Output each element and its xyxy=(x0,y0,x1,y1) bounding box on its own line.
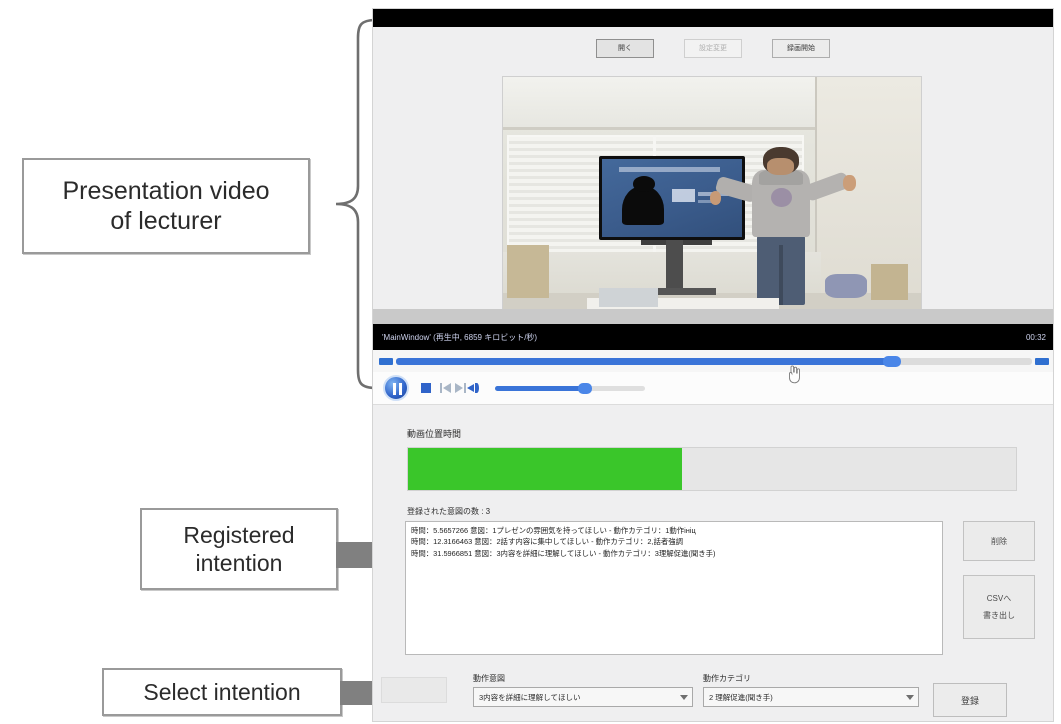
export-csv-label-line1: CSVへ xyxy=(986,594,1012,603)
application-window: 開く 設定変更 録画開始 'MainWindow' (再生中, 6859 キロビ… xyxy=(372,8,1054,722)
settings-button[interactable]: 設定変更 xyxy=(684,38,742,58)
intention-select-value: 3内容を詳細に理解してほしい xyxy=(479,692,581,702)
video-position-progress-fill xyxy=(408,448,682,490)
stop-icon[interactable] xyxy=(421,383,431,393)
scene-bag xyxy=(824,273,867,298)
seek-track[interactable] xyxy=(396,355,1032,367)
scene-lecturer-face xyxy=(767,157,795,176)
callout-select-intention-label: Select intention xyxy=(143,678,301,705)
scene-monitor-stand xyxy=(666,240,683,293)
scene-slide-title xyxy=(618,166,720,173)
pause-icon[interactable] xyxy=(383,375,409,401)
category-field-label: 動作カテゴリ xyxy=(703,674,751,683)
intention-entry-row: 動作意図 3内容を詳細に理解してほしい 動作カテゴリ 2 理解促進(聞き手) 登… xyxy=(373,671,1053,721)
registered-count-label: 登録された意図の数 : 3 xyxy=(407,507,491,516)
volume-slider[interactable] xyxy=(495,382,645,394)
callout-presentation-video-label: Presentation video of lecturer xyxy=(62,176,270,236)
video-seek-bar[interactable] xyxy=(373,350,1053,372)
list-item[interactable]: 時間：31.5966851 意図：3内容を詳細に理解してほしい - 動作カテゴリ… xyxy=(411,548,937,559)
video-position-label: 動画位置時間 xyxy=(407,429,462,439)
chevron-down-icon xyxy=(680,694,688,700)
intention-list[interactable]: 時間：5.5657266 意図：1プレゼンの雰囲気を持ってほしい - 動作カテゴ… xyxy=(405,521,943,655)
scene-box-right xyxy=(870,264,909,301)
seek-progress-fill xyxy=(396,357,893,365)
callout-select-intention: Select intention xyxy=(102,668,342,716)
volume-thumb[interactable] xyxy=(578,382,592,394)
video-scene xyxy=(503,77,921,317)
video-transport-controls xyxy=(373,372,1053,405)
category-select[interactable]: 2 理解促進(聞き手) xyxy=(703,687,919,707)
category-select-value: 2 理解促進(聞き手) xyxy=(709,692,773,702)
scene-lecturer xyxy=(709,146,856,305)
callout-registered-intention: Registered intention xyxy=(140,508,338,590)
seek-start-marker-icon xyxy=(379,357,393,365)
list-item[interactable]: 時間：12.3166463 意図：2話す内容に集中してほしい - 動作カテゴリ：… xyxy=(411,536,937,547)
delete-button[interactable]: 削除 xyxy=(963,521,1035,561)
callout-presentation-video: Presentation video of lecturer xyxy=(22,158,310,254)
video-status-bar: 'MainWindow' (再生中, 6859 キロビット/秒) 00:32 xyxy=(373,324,1053,350)
volume-icon[interactable] xyxy=(467,382,483,394)
video-elapsed-time: 00:32 xyxy=(1025,332,1046,342)
intention-select[interactable]: 3内容を詳細に理解してほしい xyxy=(473,687,693,707)
screenshot-root: Presentation video of lecturer Registere… xyxy=(0,0,1061,724)
list-item[interactable]: 時間：5.5657266 意図：1プレゼンの雰囲気を持ってほしい - 動作カテゴ… xyxy=(411,525,937,536)
scene-lecturer-leg-gap xyxy=(779,244,783,305)
window-titlebar xyxy=(373,9,1053,27)
scene-laptop xyxy=(599,288,658,308)
scene-display-monitor xyxy=(599,156,746,241)
video-stage xyxy=(373,69,1053,324)
scene-box-left xyxy=(507,245,549,298)
placeholder-box xyxy=(381,677,447,703)
scene-slide-box xyxy=(672,188,695,203)
video-frame[interactable] xyxy=(503,77,921,317)
register-button[interactable]: 登録 xyxy=(933,683,1007,717)
scene-display-screen xyxy=(602,159,743,238)
hand-cursor-icon xyxy=(789,365,800,384)
intention-field: 動作意図 3内容を詳細に理解してほしい xyxy=(473,673,693,707)
export-csv-label-line2: 書き出し xyxy=(983,611,1015,620)
seek-thumb[interactable] xyxy=(883,355,902,367)
app-toolbar: 開く 設定変更 録画開始 xyxy=(373,27,1053,69)
intention-panel: 動画位置時間 登録された意図の数 : 3 時間：5.5657266 意図：1プレ… xyxy=(373,405,1053,721)
category-field: 動作カテゴリ 2 理解促進(聞き手) xyxy=(703,673,919,707)
export-csv-button[interactable]: CSVへ 書き出し xyxy=(963,575,1035,639)
callout-registered-intention-label: Registered intention xyxy=(183,521,295,576)
video-status-text: 'MainWindow' (再生中, 6859 キロビット/秒) xyxy=(382,332,538,342)
intention-field-label: 動作意図 xyxy=(473,674,505,683)
open-file-button[interactable]: 開く xyxy=(596,38,654,58)
seek-end-marker-icon xyxy=(1035,357,1049,365)
video-gray-band xyxy=(373,309,1053,324)
video-position-progressbar xyxy=(407,447,1017,491)
volume-fill xyxy=(495,385,585,391)
scene-lecturer-hoodie-logo xyxy=(771,187,793,207)
record-button[interactable]: 録画開始 xyxy=(772,38,830,58)
chevron-down-icon xyxy=(906,694,914,700)
scene-lecturer-right-hand xyxy=(842,175,856,191)
